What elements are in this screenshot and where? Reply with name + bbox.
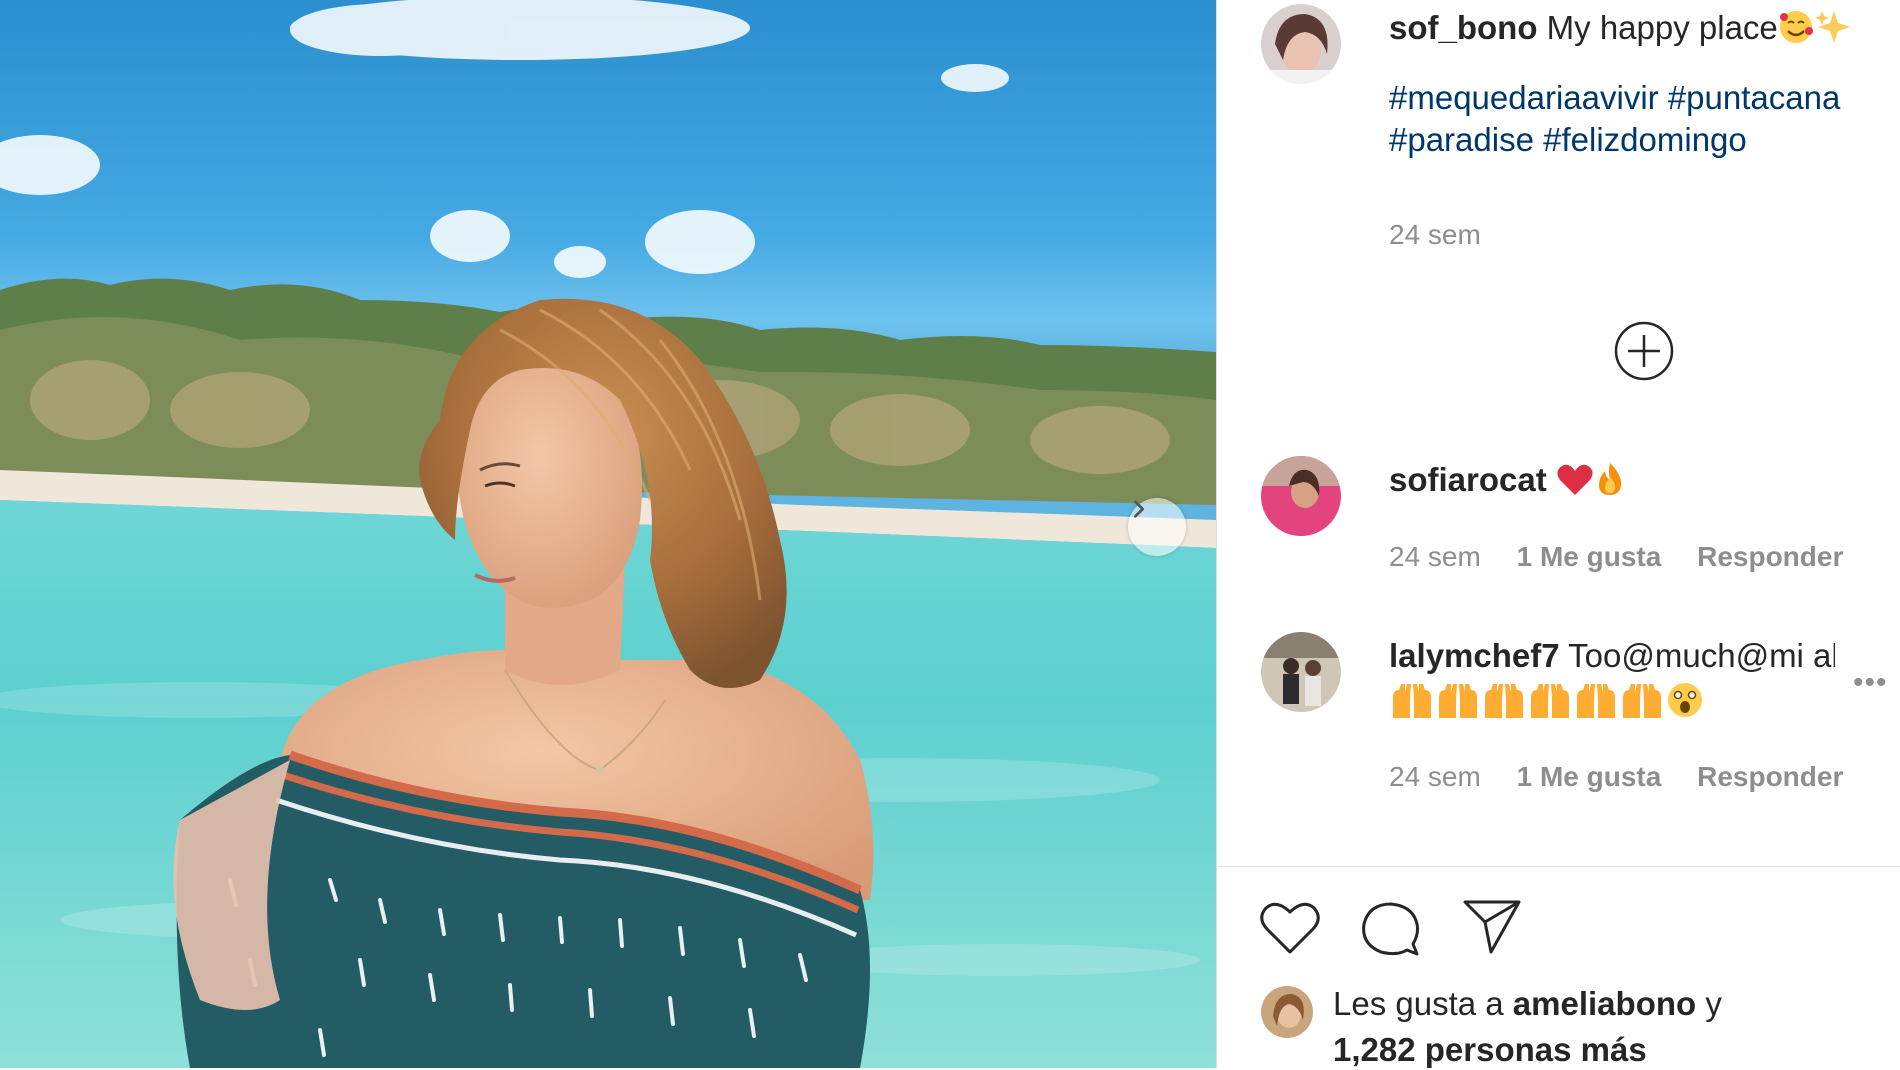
- reply-button[interactable]: Responder: [1697, 541, 1843, 572]
- raising-hands-icon: [1389, 684, 1435, 721]
- hashtag-link[interactable]: #paradise: [1389, 121, 1534, 158]
- instagram-post-view: sof_bono My happy place #mequedariaavivi…: [0, 0, 1900, 1068]
- raising-hands-icon: [1481, 684, 1527, 721]
- likes-suffix: y: [1705, 985, 1722, 1022]
- comment-avatar[interactable]: [1261, 632, 1341, 712]
- post-details-panel: sof_bono My happy place #mequedariaavivi…: [1216, 0, 1900, 1068]
- hashtag-link[interactable]: #felizdomingo: [1543, 121, 1747, 158]
- comment-meta: 24 sem 1 Me gusta Responder: [1389, 760, 1843, 794]
- likes-count[interactable]: 1,282 personas más: [1333, 1030, 1647, 1070]
- likes-line: Les gusta a ameliabono y: [1333, 984, 1722, 1024]
- next-photo-button[interactable]: [1128, 498, 1186, 556]
- hashtag-link[interactable]: #puntacana: [1668, 79, 1841, 116]
- liker-avatar[interactable]: [1261, 986, 1313, 1038]
- comment-username[interactable]: sofiarocat: [1389, 461, 1547, 498]
- actions-divider: [1217, 866, 1900, 867]
- hashtags-line-1: #mequedariaavivir #puntacana: [1389, 78, 1840, 118]
- hashtags-line-2: #paradise #felizdomingo: [1389, 120, 1747, 160]
- share-button[interactable]: [1461, 898, 1523, 961]
- hashtag-link[interactable]: #mequedariaavivir: [1389, 79, 1659, 116]
- fire-icon: [1594, 461, 1626, 498]
- post-time: 24 sem: [1389, 219, 1481, 250]
- comment-likes[interactable]: 1 Me gusta: [1517, 761, 1662, 792]
- raising-hands-icon: [1435, 684, 1481, 721]
- comment-emoji-line: [1389, 680, 1705, 723]
- author-username[interactable]: sof_bono: [1389, 9, 1537, 46]
- comment-username[interactable]: lalymchef7: [1389, 637, 1560, 674]
- comment-line: sofiarocat: [1389, 460, 1626, 500]
- caption-line: sof_bono My happy place: [1389, 8, 1852, 48]
- like-button[interactable]: [1259, 898, 1321, 961]
- comment-line: lalymchef7 Too@much@mi ahiii: [1389, 636, 1835, 676]
- raising-hands-icon: [1619, 684, 1665, 721]
- sparkles-icon: [1814, 9, 1852, 46]
- comment-likes[interactable]: 1 Me gusta: [1517, 541, 1662, 572]
- paper-plane-icon: [1463, 900, 1521, 954]
- beach-photo-illustration: [0, 0, 1216, 1068]
- red-heart-icon: [1556, 461, 1594, 498]
- author-avatar[interactable]: [1261, 4, 1341, 84]
- comment-time: 24 sem: [1389, 541, 1481, 572]
- likes-prefix: Les gusta a: [1333, 985, 1504, 1022]
- chevron-right-icon: [1133, 500, 1145, 518]
- comment-meta: 24 sem 1 Me gusta Responder: [1389, 540, 1843, 574]
- raising-hands-icon: [1573, 684, 1619, 721]
- reply-button[interactable]: Responder: [1697, 761, 1843, 792]
- astonished-face-icon: [1665, 683, 1705, 721]
- caption-text: My happy place: [1546, 9, 1778, 46]
- comment-button[interactable]: [1359, 898, 1421, 965]
- smiling-face-with-hearts-icon: [1778, 9, 1814, 46]
- speech-bubble-icon: [1362, 902, 1419, 956]
- post-photo: [0, 0, 1216, 1068]
- comment-options-icon[interactable]: •••: [1853, 666, 1888, 700]
- comment-avatar[interactable]: [1261, 456, 1341, 536]
- comment-time: 24 sem: [1389, 761, 1481, 792]
- heart-icon: [1260, 902, 1320, 954]
- load-more-comments-button[interactable]: [1613, 320, 1675, 387]
- comment-text: Too@much@mi ahiii: [1568, 637, 1835, 674]
- raising-hands-icon: [1527, 684, 1573, 721]
- plus-circle-icon: [1614, 321, 1674, 381]
- liker-username[interactable]: ameliabono: [1513, 985, 1696, 1022]
